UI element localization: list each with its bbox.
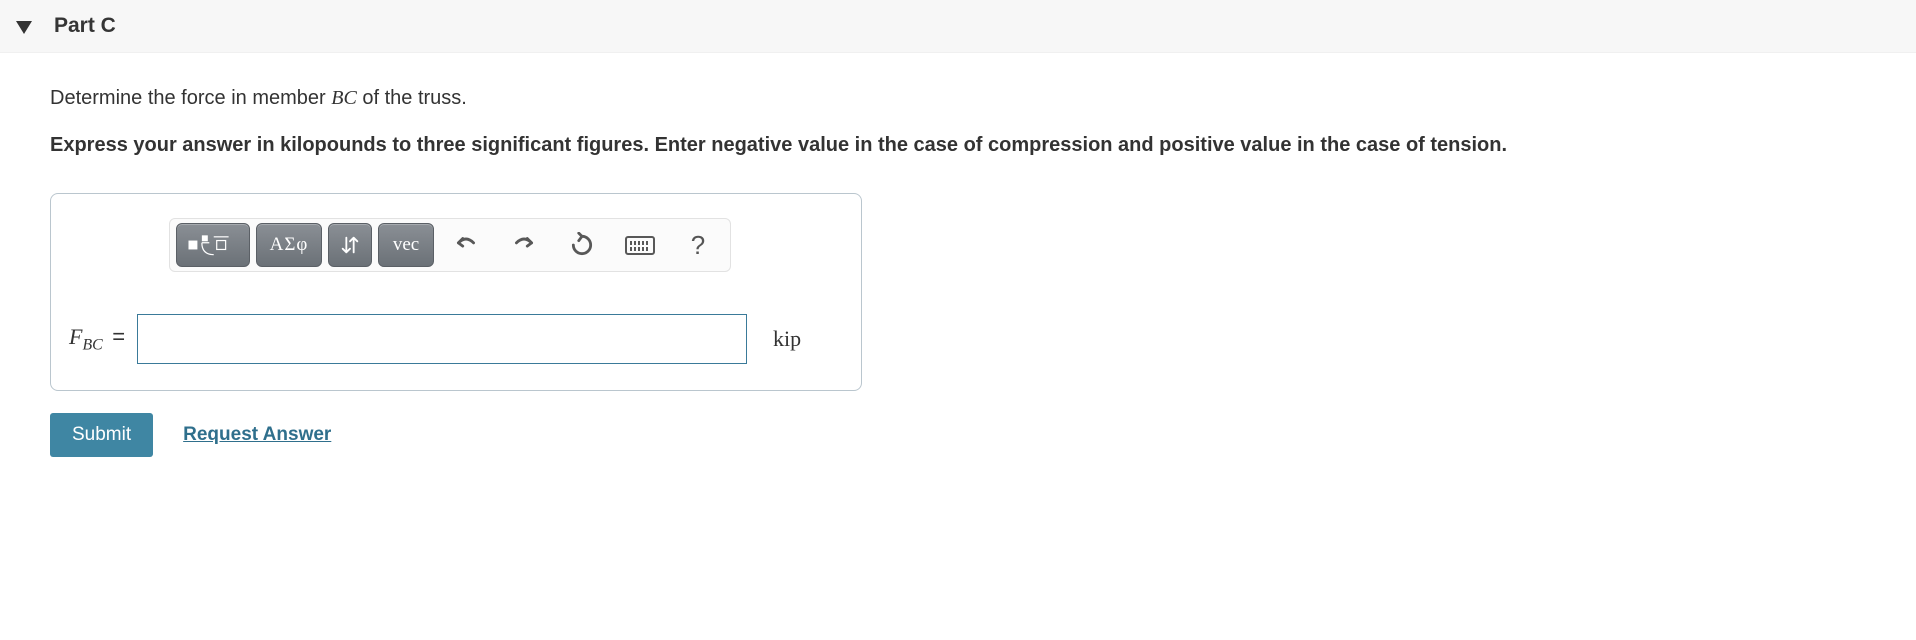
equation-toolbar: ΑΣφ vec (169, 218, 731, 272)
variable-subscript: BC (82, 336, 102, 353)
format-instruction: Express your answer in kilopounds to thr… (50, 132, 1866, 159)
request-answer-link[interactable]: Request Answer (183, 424, 331, 446)
templates-icon (187, 232, 239, 258)
reset-button[interactable] (556, 223, 608, 267)
action-row: Submit Request Answer (50, 413, 1866, 457)
variable-label: FBC = (69, 324, 125, 354)
help-button[interactable]: ? (672, 223, 724, 267)
redo-icon (511, 232, 537, 258)
part-header[interactable]: Part C (0, 0, 1916, 53)
instruction-prefix: Determine the force in member (50, 87, 331, 109)
equals-sign: = (112, 324, 125, 349)
variable-main: F (69, 324, 82, 349)
undo-button[interactable] (440, 223, 492, 267)
keyboard-icon (625, 236, 655, 255)
instruction-suffix: of the truss. (357, 87, 467, 109)
instruction-member: BC (331, 87, 357, 109)
templates-button[interactable] (176, 223, 250, 267)
up-down-arrows-icon (339, 234, 361, 256)
collapse-icon (16, 21, 32, 34)
greek-symbols-button[interactable]: ΑΣφ (256, 223, 322, 267)
unit-label: kip (773, 326, 801, 352)
submit-button[interactable]: Submit (50, 413, 153, 457)
undo-icon (453, 232, 479, 258)
help-icon: ? (691, 230, 705, 261)
answer-input-row: FBC = kip (69, 314, 843, 364)
subscript-superscript-button[interactable] (328, 223, 372, 267)
redo-button[interactable] (498, 223, 550, 267)
answer-panel: ΑΣφ vec (50, 193, 862, 391)
content-area: Determine the force in member BC of the … (0, 87, 1916, 497)
reset-icon (569, 232, 595, 258)
part-title: Part C (54, 14, 116, 38)
vector-button[interactable]: vec (378, 223, 434, 267)
instruction-text: Determine the force in member BC of the … (50, 87, 1866, 110)
keyboard-button[interactable] (614, 223, 666, 267)
answer-input[interactable] (137, 314, 747, 364)
